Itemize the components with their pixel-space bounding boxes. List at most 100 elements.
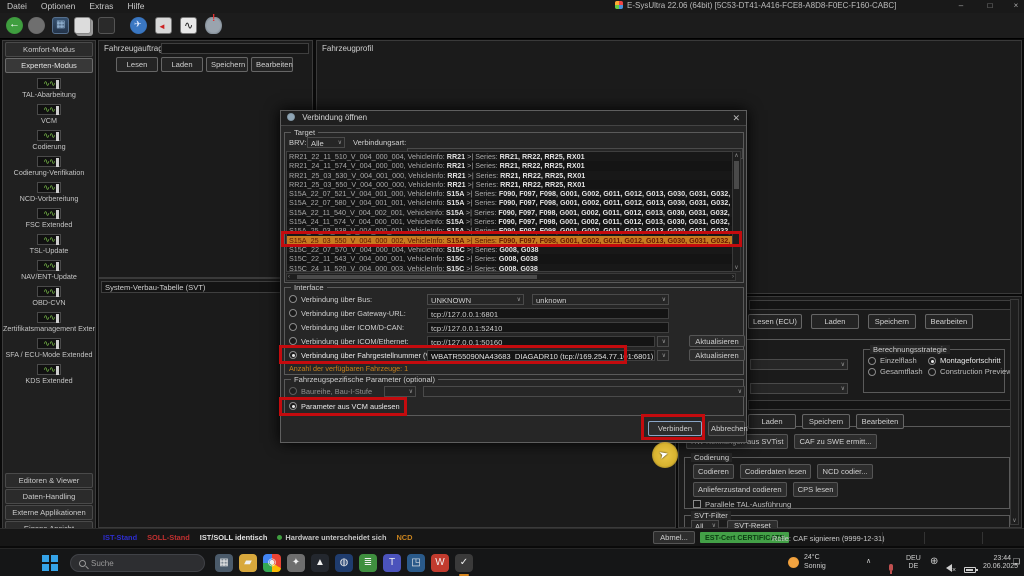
gateway-url-field[interactable]: tcp://127.0.0.1:6801 [427, 308, 669, 319]
taskbar-app[interactable]: ◳ [407, 554, 425, 572]
ecu-button[interactable]: Bearbeiten [925, 314, 973, 329]
svt-file-button[interactable]: Bearbeiten [856, 414, 904, 429]
icom-ethernet-field[interactable]: tcp://127.0.0.1:50160 [427, 336, 655, 347]
vehicle-order-field[interactable] [161, 43, 309, 54]
sidebar-tool-item[interactable]: NCD-Vorbereitung [3, 182, 95, 203]
taskbar-app[interactable]: ✦ [287, 554, 305, 572]
sidebar-mode-button[interactable]: Experten-Modus [5, 58, 93, 73]
parallel-tal-checkbox[interactable] [693, 500, 701, 508]
microphone-icon[interactable] [889, 558, 893, 576]
codierung-button[interactable]: Anlieferzustand codieren [693, 482, 787, 497]
baureihe-combo[interactable] [384, 386, 416, 397]
vehicle-order-button[interactable]: Bearbeiten [251, 57, 293, 72]
taskbar-app[interactable]: ✓ [455, 554, 473, 572]
taskbar-app[interactable]: W [431, 554, 449, 572]
taskbar-app[interactable]: ▲ [311, 554, 329, 572]
target-list-row[interactable]: S15A_22_07_521_V_004_001_000, VehicleInf… [287, 189, 735, 198]
battery-icon[interactable] [964, 560, 976, 576]
icom-aktualisieren-button[interactable]: Aktualisieren [689, 335, 745, 347]
target-list-row[interactable]: S15A_25_03_550_V_004_000_002, VehicleInf… [287, 236, 735, 245]
right-panel-scrollbar[interactable]: ∨ [1010, 299, 1019, 525]
ecu-button[interactable]: Lesen (ECU) [748, 314, 802, 329]
vehicle-order-button[interactable]: Lesen [116, 57, 158, 72]
weather-widget[interactable]: 24°C Sonnig [788, 553, 826, 571]
sidebar-bottom-button[interactable]: Daten-Handling [5, 489, 93, 504]
vin-radio[interactable] [289, 351, 297, 359]
codierung-button[interactable]: Codierdaten lesen [740, 464, 812, 479]
sidebar-tool-item[interactable]: FSC Extended [3, 208, 95, 229]
vehicle-order-button[interactable]: Laden [161, 57, 203, 72]
vin-aktualisieren-button[interactable]: Aktualisieren [689, 349, 745, 361]
bus-combo-2[interactable]: unknown [532, 294, 669, 305]
taskbar-app[interactable]: ▰ [239, 554, 257, 572]
taskbar-app[interactable]: ▦ [215, 554, 233, 572]
calc-combo-1[interactable] [750, 359, 848, 370]
network-icon[interactable]: ⊕ [930, 556, 938, 567]
target-list-row[interactable]: RR21_25_03_530_V_004_001_000, VehicleInf… [287, 171, 735, 180]
verbinden-button[interactable]: Verbinden [648, 421, 702, 436]
baureihe-radio[interactable] [289, 387, 297, 395]
start-button[interactable] [42, 555, 58, 571]
list-horizontal-scrollbar[interactable]: ‹› [286, 273, 736, 281]
svt-file-button[interactable]: Laden [748, 414, 796, 429]
icom-ethernet-radio[interactable] [289, 337, 297, 345]
bus-radio[interactable] [289, 295, 297, 303]
clock[interactable]: 23:4420.06.2025 [983, 555, 1011, 571]
sidebar-tool-item[interactable]: OBD-CVN [3, 286, 95, 307]
volume-muted-icon[interactable]: × [946, 559, 956, 576]
ecu-button[interactable]: Speichern [868, 314, 916, 329]
language-indicator[interactable]: DEUDE [906, 555, 921, 571]
info-icon[interactable] [130, 17, 147, 34]
target-list-row[interactable]: S15A_24_11_574_V_004_000_001, VehicleInf… [287, 217, 735, 226]
ecu-field[interactable] [749, 300, 1011, 310]
maximize-button[interactable]: □ [982, 1, 998, 11]
svt-action-button[interactable]: CAF zu SWE ermitt... [794, 434, 876, 449]
target-list[interactable]: RR21_22_11_510_V_004_000_004, VehicleInf… [286, 151, 736, 272]
sidebar-tool-item[interactable]: Codierung-Verifikation [3, 156, 95, 177]
sidebar-bottom-button[interactable]: Externe Applikationen [5, 505, 93, 520]
ecu-button[interactable]: Laden [811, 314, 859, 329]
modules-icon[interactable] [52, 17, 69, 34]
taskbar-app[interactable]: ◍ [335, 554, 353, 572]
import-icon[interactable] [155, 17, 172, 34]
close-button[interactable]: × [1008, 1, 1024, 11]
sidebar-bottom-button[interactable]: Editoren & Viewer [5, 473, 93, 488]
vehicle-order-button[interactable]: Speichern [206, 57, 248, 72]
sidebar-tool-item[interactable]: TAL-Abarbeitung [3, 78, 95, 99]
target-list-row[interactable]: S15A_25_03_538_V_004_000_001, VehicleInf… [287, 226, 735, 235]
sidebar-tool-item[interactable]: VCM [3, 104, 95, 125]
tray-chevron[interactable]: ∧ [866, 557, 871, 565]
target-list-row[interactable]: RR21_22_11_510_V_004_000_004, VehicleInf… [287, 152, 735, 161]
logout-button[interactable]: Abmel... [653, 531, 695, 544]
menu-item[interactable]: Extras [82, 0, 120, 12]
target-list-row[interactable]: RR21_25_03_550_V_004_000_000, VehicleInf… [287, 180, 735, 189]
sidebar-tool-item[interactable]: NAV/ENT-Update [3, 260, 95, 281]
icom-ethernet-dropdown[interactable] [657, 336, 669, 347]
target-list-row[interactable]: S15C_22_11_543_V_004_000_001, VehicleInf… [287, 254, 735, 263]
sidebar-tool-item[interactable]: SFA / ECU-Mode Extended [3, 338, 95, 359]
sidebar-tool-item[interactable]: TSL-Update [3, 234, 95, 255]
bus-combo-1[interactable]: UNKNOWN [427, 294, 524, 305]
signature-icon[interactable] [180, 17, 197, 34]
minimize-button[interactable]: – [953, 1, 969, 11]
codierung-button[interactable]: Codieren [693, 464, 734, 479]
connect-icon[interactable] [205, 17, 222, 34]
calc-combo-2[interactable] [750, 383, 848, 394]
svt-file-button[interactable]: Speichern [802, 414, 850, 429]
list-vertical-scrollbar[interactable]: ∧∨ [732, 151, 741, 272]
menu-item[interactable]: Hilfe [120, 0, 151, 12]
notification-icon[interactable]: ❏ [1013, 557, 1020, 566]
strategy-radio[interactable]: Montagefortschritt [928, 356, 1008, 365]
codierung-button[interactable]: CPS lesen [793, 482, 839, 497]
dialog-close-icon[interactable]: ✕ [732, 113, 740, 124]
vin-field[interactable]: WBATR55090NA43683_DIAGADR10 (tcp://169.2… [427, 350, 655, 361]
target-list-row[interactable]: S15A_22_07_580_V_004_001_001, VehicleInf… [287, 198, 735, 207]
sidebar-tool-item[interactable]: Zertifikatsmanagement Exten... [3, 312, 95, 333]
menu-item[interactable]: Datei [0, 0, 34, 12]
target-list-row[interactable]: S15A_22_11_540_V_004_002_001, VehicleInf… [287, 208, 735, 217]
back-icon[interactable] [6, 17, 23, 34]
vin-dropdown[interactable] [657, 350, 669, 361]
taskbar-app[interactable]: ≣ [359, 554, 377, 572]
bauistufe-combo[interactable] [423, 386, 745, 397]
brv-combo[interactable]: Alle [307, 137, 345, 148]
